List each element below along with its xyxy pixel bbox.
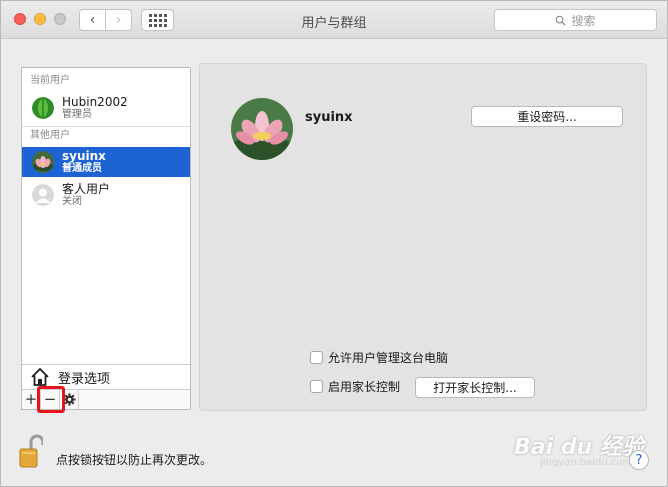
- user-item-hubin2002[interactable]: Hubin2002 管理员: [22, 93, 190, 123]
- search-placeholder: 搜索: [571, 13, 596, 28]
- user-item-syuinx[interactable]: syuinx 普通成员: [22, 147, 190, 177]
- user-role: 关闭: [62, 196, 82, 207]
- parental-control-label: 启用家长控制: [328, 380, 401, 394]
- remove-user-button[interactable]: −: [37, 386, 65, 413]
- parental-control-option[interactable]: 启用家长控制: [310, 378, 400, 395]
- highlight-box: [37, 386, 65, 413]
- user-role: 管理员: [62, 109, 92, 120]
- title-bar: ‹ › 用户与群组 搜索: [1, 1, 667, 39]
- reset-password-button[interactable]: 重设密码...: [471, 106, 623, 127]
- user-name: Hubin2002: [62, 95, 128, 109]
- leaf-avatar: [32, 97, 54, 119]
- current-users-header: 当前用户: [30, 75, 70, 86]
- help-button[interactable]: ?: [629, 450, 649, 470]
- login-options-label: 登录选项: [58, 371, 111, 387]
- unlocked-lock-icon[interactable]: [19, 433, 43, 469]
- house-icon: [31, 367, 49, 386]
- user-name: 客人用户: [62, 182, 111, 196]
- user-picture[interactable]: [231, 98, 293, 160]
- watermark-url: jingyan.baidu.com: [540, 457, 633, 468]
- open-parental-controls-button[interactable]: 打开家长控制...: [415, 377, 535, 398]
- user-list-sidebar: 当前用户 Hubin2002 管理员 其他用户 syuinx 普通成员 客人用户…: [21, 67, 191, 413]
- user-name: syuinx: [62, 149, 106, 163]
- search-field[interactable]: 搜索: [494, 9, 657, 31]
- search-icon: [556, 15, 567, 26]
- parental-control-checkbox[interactable]: [310, 380, 323, 393]
- user-item-guest[interactable]: 客人用户 关闭: [22, 180, 190, 210]
- add-icon: +: [24, 390, 38, 408]
- lotus-avatar: [32, 151, 54, 173]
- allow-admin-checkbox[interactable]: [310, 351, 323, 364]
- user-role: 普通成员: [62, 163, 102, 174]
- help-icon: ?: [635, 452, 643, 468]
- allow-admin-label: 允许用户管理这台电脑: [328, 351, 449, 365]
- guest-avatar-icon: [32, 184, 54, 206]
- lock-hint-text: 点按锁按钮以防止再次更改。: [56, 453, 213, 467]
- users-groups-window: ‹ › 用户与群组 搜索 当前用户 Hubin2002 管理员 其他用户 syu…: [0, 0, 668, 487]
- allow-admin-option[interactable]: 允许用户管理这台电脑: [310, 349, 448, 366]
- selected-user-name: syuinx: [305, 110, 353, 125]
- sidebar-action-bar: + −: [22, 386, 190, 413]
- user-detail-panel: syuinx 重设密码... 允许用户管理这台电脑 启用家长控制 打开家长控制.…: [199, 63, 647, 411]
- other-users-header: 其他用户: [22, 126, 190, 144]
